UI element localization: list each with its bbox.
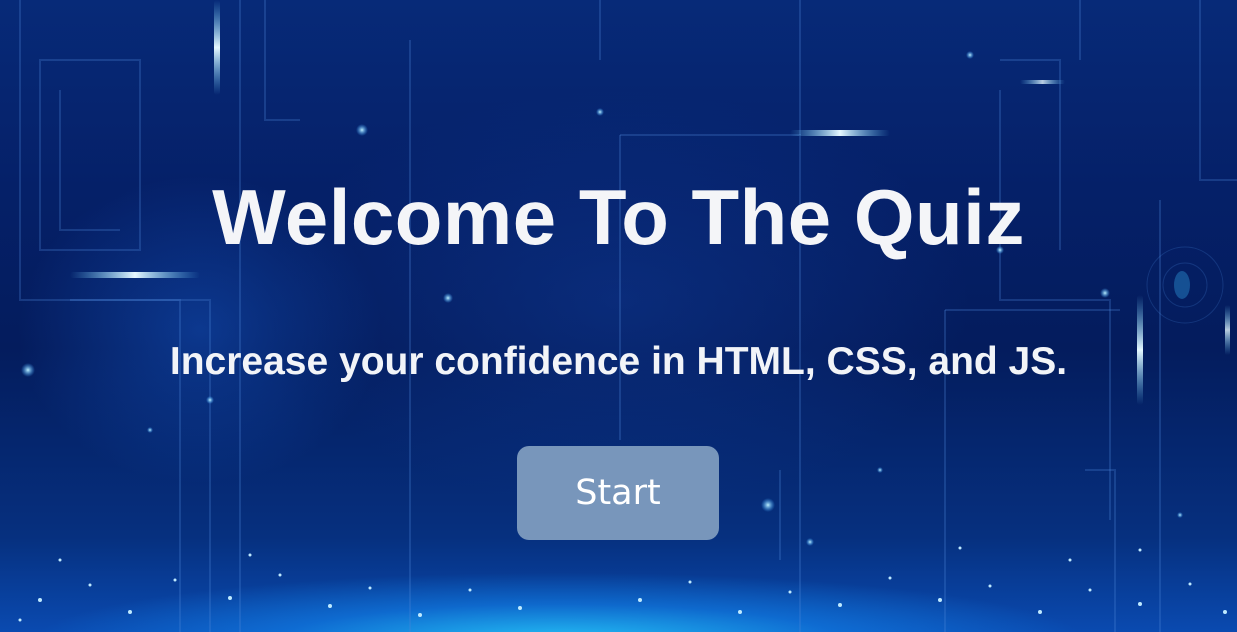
welcome-screen: Welcome To The Quiz Increase your confid… bbox=[0, 0, 1237, 632]
page-title: Welcome To The Quiz bbox=[212, 173, 1025, 261]
subtitle: Increase your confidence in HTML, CSS, a… bbox=[169, 340, 1068, 383]
start-button[interactable]: Start bbox=[517, 446, 719, 540]
